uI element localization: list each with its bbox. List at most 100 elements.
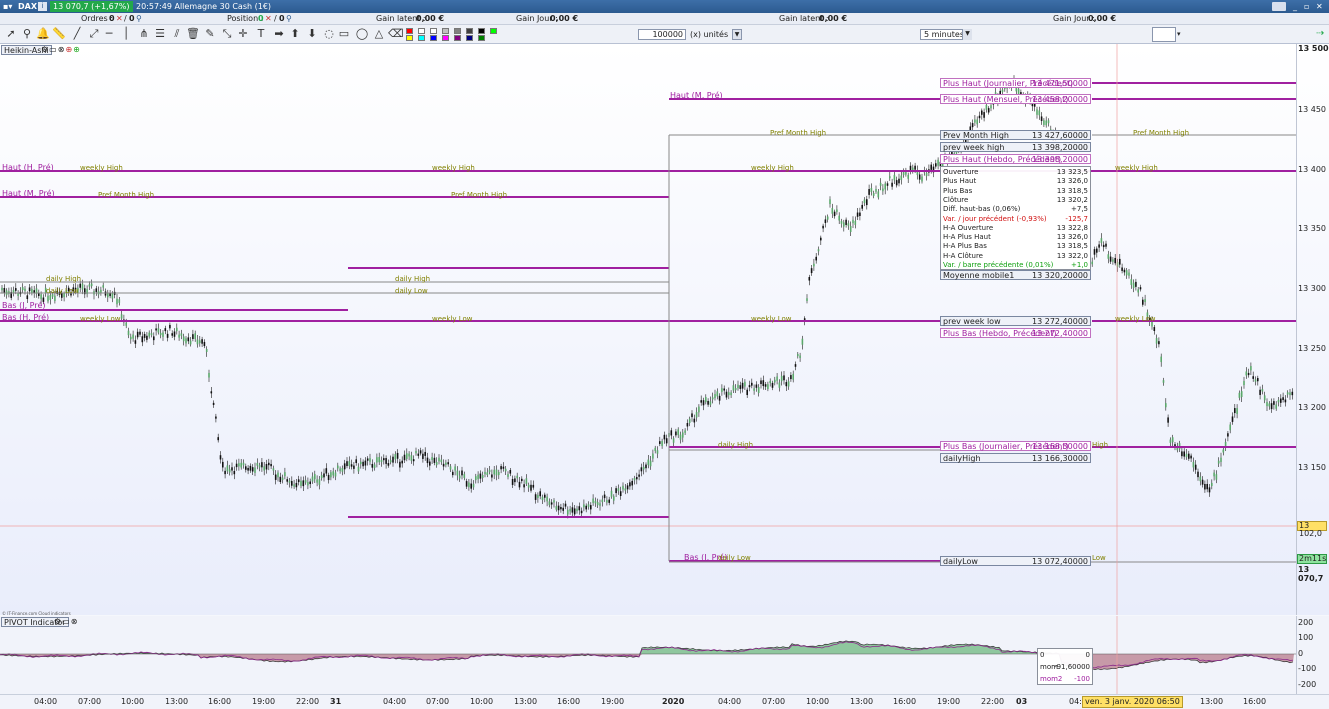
ellipse-icon[interactable]: ◯ <box>355 27 369 41</box>
color-swatch[interactable] <box>454 28 461 34</box>
ruler-icon[interactable]: 📏 <box>52 27 66 41</box>
candle-body <box>15 288 17 291</box>
close-icon[interactable]: ✕ <box>1316 0 1323 13</box>
color-swatch[interactable] <box>442 35 449 41</box>
candle-body <box>776 376 778 381</box>
arrow-down-icon[interactable]: ⬇ <box>305 27 319 41</box>
color-swatch[interactable] <box>442 28 449 34</box>
cursor-icon[interactable]: ➚ <box>4 27 18 41</box>
candle-body <box>408 453 410 457</box>
info-icon[interactable]: i <box>38 2 47 11</box>
candle-body <box>297 479 300 483</box>
instrument-name[interactable]: DAX <box>18 0 37 13</box>
color-swatch[interactable] <box>418 35 425 41</box>
color-swatch[interactable] <box>454 35 461 41</box>
window-icon[interactable]: ▭ <box>49 45 58 54</box>
color-swatch[interactable] <box>406 35 413 41</box>
candle-body <box>277 472 279 478</box>
candle-body <box>682 432 684 438</box>
brush-icon[interactable]: ✎ <box>203 27 217 41</box>
minimize-icon[interactable]: _ <box>1293 0 1297 13</box>
triangle-icon[interactable]: △ <box>372 27 386 41</box>
candle-body <box>362 461 364 467</box>
level-tag: Plus Haut (Journalier, Précédent) 13 471,… <box>940 78 1091 88</box>
add-icon[interactable]: ⊕ <box>65 45 73 54</box>
rect-icon[interactable]: ▭ <box>337 27 351 41</box>
chevron-down-icon[interactable]: ▾ <box>1177 30 1181 38</box>
color-swatch[interactable] <box>490 28 497 34</box>
candle-body <box>514 478 516 483</box>
color-swatch[interactable] <box>478 35 485 41</box>
strategy-icon[interactable] <box>1152 27 1176 42</box>
close-position-icon[interactable]: ✕ <box>265 13 272 25</box>
zoom-icon[interactable]: ⚲ <box>20 27 34 41</box>
candle-body <box>1169 439 1172 443</box>
candle-body <box>875 189 877 192</box>
position-search-icon[interactable]: ⚲ <box>286 13 292 25</box>
vline-icon[interactable]: │ <box>119 27 133 41</box>
ohlc-key: Var. / barre précédente (0,01%) <box>943 261 1054 269</box>
window-icon[interactable]: ▭ <box>62 617 71 626</box>
color-swatch[interactable] <box>418 28 425 34</box>
app-menu-icon[interactable]: ▪▾ <box>3 0 12 13</box>
pivot-indicator-controls[interactable]: ⚙▭⊗ <box>54 617 78 627</box>
quantity-input[interactable]: 100000 <box>638 29 686 40</box>
color-swatch[interactable] <box>430 28 437 34</box>
trash-icon[interactable]: 🗑 <box>186 27 200 41</box>
ohlc-tooltip: Ouverture 13 323,5 Plus Haut 13 326,0 Plus B… <box>940 166 1091 270</box>
lasso-icon[interactable]: ◌ <box>322 27 336 41</box>
crosshair-icon[interactable]: ✛ <box>236 27 250 41</box>
erase-icon[interactable]: ⌫ <box>388 27 404 41</box>
period-dropdown-icon[interactable]: ▼ <box>962 29 972 40</box>
settings-icon[interactable]: ⚙ <box>41 45 49 54</box>
channel-icon[interactable]: ⫽ <box>170 27 184 41</box>
indicator-y-tick: 200 <box>1298 618 1314 627</box>
level-tag: Plus Haut (Mensuel, Précédent) 13 458,200… <box>940 94 1091 104</box>
add-green-icon[interactable]: ⊕ <box>73 45 81 54</box>
cancel-orders-icon[interactable]: ✕ <box>116 13 123 25</box>
keyboard-icon[interactable] <box>1272 2 1286 11</box>
candle-body <box>139 331 141 335</box>
expand-icon[interactable]: ⤡ <box>220 27 234 41</box>
candle-body <box>661 440 663 447</box>
line-icon[interactable]: ╱ <box>70 27 84 41</box>
color-swatch[interactable] <box>466 28 473 34</box>
color-swatch[interactable] <box>406 28 413 34</box>
pivot-indicator-chart[interactable] <box>0 616 1329 694</box>
close-icon[interactable]: ⊗ <box>71 617 79 626</box>
color-swatch[interactable] <box>466 35 473 41</box>
candle-body <box>613 496 615 501</box>
settings-icon[interactable]: ⚙ <box>54 617 62 626</box>
fib-icon[interactable]: ☰ <box>153 27 167 41</box>
candle-body <box>652 453 654 459</box>
heikin-ashi-controls[interactable]: ⚙▭⊗⊕⊕ <box>41 45 81 55</box>
candle-body <box>1286 392 1289 395</box>
ohlc-key: Plus Haut <box>943 177 977 186</box>
candle-body <box>449 466 452 470</box>
candle-body <box>760 380 762 385</box>
color-swatch[interactable] <box>478 28 485 34</box>
candle-body <box>898 178 900 184</box>
orders-search-icon[interactable]: ⚲ <box>136 13 142 25</box>
candle-body <box>254 467 256 473</box>
text-icon[interactable]: T <box>254 27 268 41</box>
candle-body <box>95 288 98 292</box>
arrow-up-icon[interactable]: ⬆ <box>288 27 302 41</box>
arrow-right-icon[interactable]: ➡ <box>272 27 286 41</box>
color-swatch[interactable] <box>430 35 437 41</box>
pitchfork-icon[interactable]: ⋔ <box>137 27 151 41</box>
scroll-right-icon[interactable]: ⇢ <box>1316 28 1324 39</box>
candle-body <box>148 332 150 337</box>
units-dropdown-icon[interactable]: ▼ <box>732 29 742 40</box>
candle-body <box>1245 371 1248 376</box>
bell-icon[interactable]: 🔔 <box>36 27 50 41</box>
trend-icon[interactable]: ⤢ <box>87 27 101 41</box>
hline-icon[interactable]: ─ <box>102 27 116 41</box>
level-label: weekly High <box>1115 164 1158 172</box>
ohlc-value: 13 326,0 <box>1056 177 1088 186</box>
ohlc-value: 13 326,0 <box>1056 233 1088 242</box>
x-tick-label: 10:00 <box>806 697 830 706</box>
candle-body <box>748 385 751 388</box>
restore-icon[interactable]: ▫ <box>1304 0 1309 13</box>
price-chart[interactable] <box>0 44 1329 616</box>
